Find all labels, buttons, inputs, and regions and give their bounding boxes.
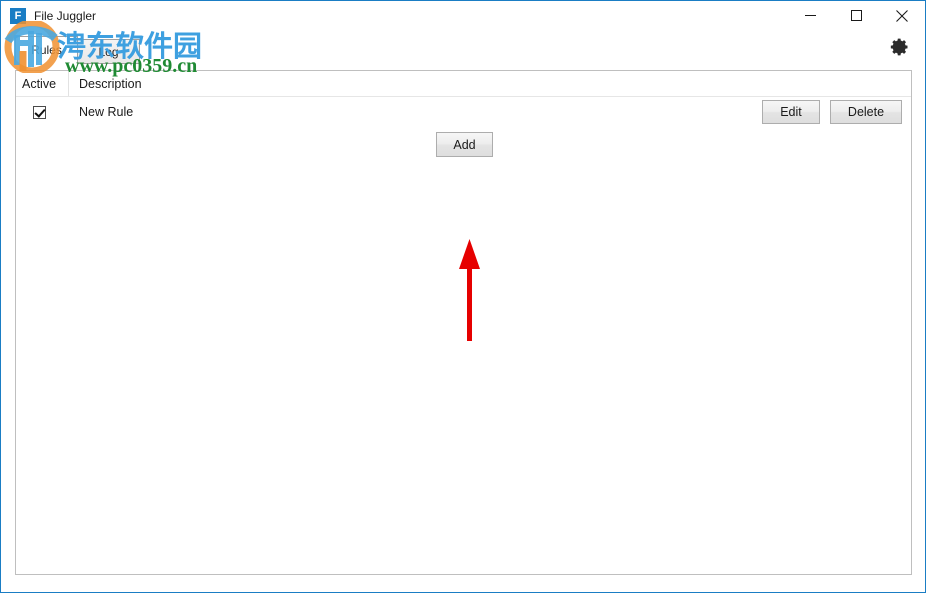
edit-button[interactable]: Edit bbox=[762, 100, 820, 124]
rule-row-actions: Edit Delete bbox=[762, 100, 902, 124]
application-window: F File Juggler Log Rules Active Descript… bbox=[0, 0, 926, 593]
window-controls bbox=[787, 1, 925, 30]
column-header-active: Active bbox=[16, 71, 69, 96]
rule-active-cell bbox=[16, 105, 69, 119]
close-button[interactable] bbox=[879, 1, 925, 30]
table-row[interactable]: New Rule Edit Delete bbox=[16, 97, 911, 127]
settings-button[interactable] bbox=[887, 34, 913, 60]
annotation-arrow-icon bbox=[448, 237, 492, 343]
minimize-icon bbox=[804, 15, 816, 16]
add-button[interactable]: Add bbox=[436, 132, 493, 157]
minimize-button[interactable] bbox=[787, 1, 833, 30]
delete-button[interactable]: Delete bbox=[830, 100, 902, 124]
tab-rules-label: Rules bbox=[31, 43, 62, 57]
rules-panel: Active Description New Rule Edit Delete … bbox=[15, 70, 912, 575]
title-bar: F File Juggler bbox=[1, 1, 925, 30]
maximize-icon bbox=[850, 10, 862, 21]
column-header-description: Description bbox=[79, 76, 142, 91]
tab-strip: Log Rules bbox=[15, 32, 912, 70]
app-icon-file-juggler: F bbox=[10, 7, 26, 24]
close-icon bbox=[896, 9, 908, 22]
rule-active-checkbox[interactable] bbox=[33, 105, 46, 119]
arrow-up-icon bbox=[459, 239, 480, 341]
window-title: File Juggler bbox=[34, 8, 97, 23]
tab-log-label: Log bbox=[98, 44, 119, 59]
gear-icon bbox=[890, 38, 908, 56]
table-header: Active Description bbox=[16, 71, 911, 97]
tab-log[interactable]: Log bbox=[77, 39, 140, 64]
tab-rules[interactable]: Rules bbox=[15, 36, 78, 64]
maximize-button[interactable] bbox=[833, 1, 879, 30]
